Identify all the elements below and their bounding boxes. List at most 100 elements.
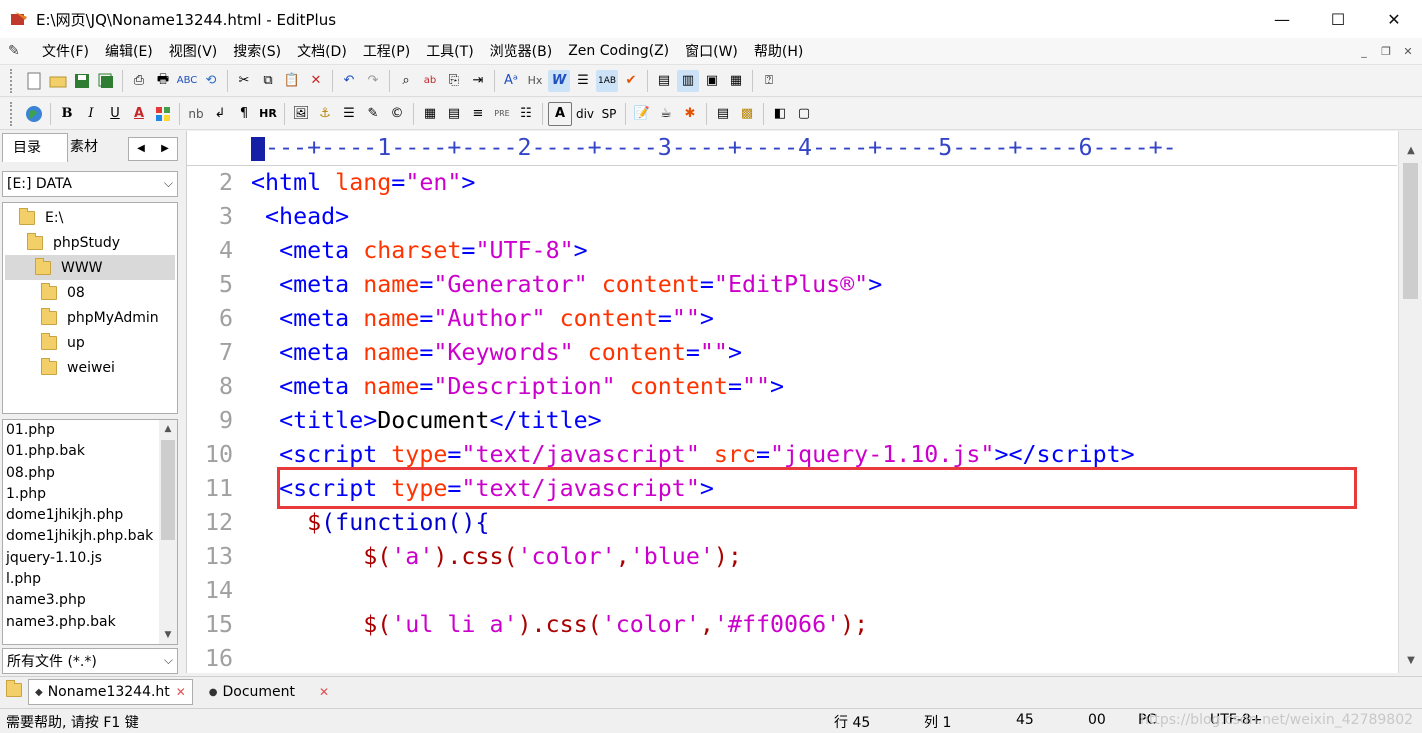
toolbox-icon[interactable]: ▤	[712, 103, 734, 125]
tab-directory[interactable]: 目录	[2, 133, 68, 162]
file-filter-select[interactable]: 所有文件 (*.*) ⌵	[2, 648, 178, 674]
context-help-icon[interactable]: ⍰	[758, 70, 780, 92]
line-break-icon[interactable]: ↲	[209, 103, 231, 125]
menu-search[interactable]: 搜索(S)	[225, 41, 289, 61]
code-area[interactable]: 2 <html lang="en"> 3 <head> 4 <meta chars…	[187, 165, 1397, 673]
minimize-button[interactable]: —	[1254, 0, 1310, 38]
italic-icon[interactable]: I	[80, 103, 102, 125]
font-tag-icon[interactable]: A	[548, 101, 572, 126]
div-icon[interactable]: div	[574, 103, 596, 125]
numbered-list-icon[interactable]: ☷	[515, 103, 537, 125]
pre-icon[interactable]: PRE	[491, 103, 513, 125]
code-editor[interactable]: ---+----1----+----2----+----3----+----4-…	[186, 131, 1422, 673]
menu-project[interactable]: 工程(P)	[355, 41, 418, 61]
tab-scroll-buttons[interactable]: ◀ ▶	[128, 137, 178, 161]
list-item[interactable]: 1.php	[3, 484, 156, 505]
pencil-edit-icon[interactable]: ✎	[362, 103, 384, 125]
font-size-icon[interactable]: Aᵃ	[500, 70, 522, 92]
tree-item[interactable]: up	[41, 330, 85, 355]
folder-icon[interactable]	[6, 680, 22, 701]
hex-icon[interactable]: Hx	[524, 70, 546, 92]
close-button[interactable]: ✕	[1366, 0, 1422, 38]
form-icon[interactable]: 📝	[631, 103, 653, 125]
panel-icon[interactable]: ▢	[793, 103, 815, 125]
script-icon[interactable]: ☕	[655, 103, 677, 125]
horizontal-rule-icon[interactable]: HR	[257, 103, 279, 125]
replace-icon[interactable]: ab	[419, 70, 441, 92]
list-icon[interactable]: ▤	[443, 103, 465, 125]
toolbar-grip[interactable]	[10, 101, 16, 126]
find-in-files-icon[interactable]: ⎘	[443, 70, 465, 92]
menu-window[interactable]: 窗口(W)	[677, 41, 746, 61]
check-icon[interactable]: ✔	[620, 70, 642, 92]
color-picker-icon[interactable]: ◧	[769, 103, 791, 125]
output-window-icon[interactable]: ▣	[701, 70, 723, 92]
font-color-icon[interactable]: A	[128, 103, 150, 125]
find-icon[interactable]: ⌕	[395, 70, 417, 92]
center-icon[interactable]: ≡	[467, 103, 489, 125]
tree-item[interactable]: weiwei	[41, 355, 115, 380]
color-palette-icon[interactable]	[152, 103, 174, 125]
delete-icon[interactable]: ✕	[305, 70, 327, 92]
tree-item-selected[interactable]: WWW	[5, 255, 175, 280]
arrow-right-icon[interactable]: ▶	[153, 138, 177, 160]
save-all-icon[interactable]	[95, 70, 117, 92]
window-list-icon[interactable]: ▤	[653, 70, 675, 92]
menu-browser[interactable]: 浏览器(B)	[482, 41, 561, 61]
refresh-icon[interactable]: ⟲	[200, 70, 222, 92]
scroll-down-icon[interactable]: ▼	[159, 626, 177, 644]
chevron-down-icon[interactable]: ⌵	[164, 176, 173, 191]
scroll-up-icon[interactable]: ▲	[159, 420, 177, 438]
new-file-icon[interactable]	[23, 70, 45, 92]
copyright-icon[interactable]: ©	[386, 103, 408, 125]
menu-zen-coding[interactable]: Zen Coding(Z)	[560, 43, 677, 59]
menu-help[interactable]: 帮助(H)	[746, 41, 811, 61]
maximize-button[interactable]: ☐	[1310, 0, 1366, 38]
drive-select[interactable]: [E:] DATA ⌵	[2, 171, 178, 197]
list-item[interactable]: jquery-1.10.js	[3, 548, 156, 569]
span-icon[interactable]: SP	[598, 103, 620, 125]
open-folder-icon[interactable]	[47, 70, 69, 92]
menu-file[interactable]: 文件(F)	[34, 41, 97, 61]
paste-icon[interactable]: 📋	[281, 70, 303, 92]
scroll-up-icon[interactable]: ▲	[1399, 141, 1422, 161]
copy-icon[interactable]: ⧉	[257, 70, 279, 92]
menu-view[interactable]: 视图(V)	[161, 41, 226, 61]
editor-scrollbar[interactable]: ▲ ▼	[1398, 131, 1422, 673]
mdi-restore-icon[interactable]: ❐	[1378, 44, 1394, 58]
word-wrap-icon[interactable]: W	[548, 69, 570, 92]
anchor-icon[interactable]: ⚓	[314, 103, 336, 125]
tree-item[interactable]: E:\	[19, 205, 63, 230]
paragraph-icon[interactable]: ¶	[233, 103, 255, 125]
chevron-down-icon[interactable]: ⌵	[164, 653, 173, 668]
ruler-toggle-icon[interactable]: 1AB	[596, 69, 618, 92]
toolbar-grip[interactable]	[10, 68, 16, 93]
browser-preview-icon[interactable]	[23, 103, 45, 125]
hr-insert-icon[interactable]: ☰	[338, 103, 360, 125]
tab-clip-library[interactable]: 素材	[60, 133, 124, 161]
mdi-minimize-icon[interactable]: _	[1356, 44, 1372, 58]
undo-icon[interactable]: ↶	[338, 70, 360, 92]
file-list-scrollbar[interactable]: ▲ ▼	[159, 420, 177, 644]
style-icon[interactable]: ✱	[679, 103, 701, 125]
html-toolbox-icon[interactable]: ▩	[736, 103, 758, 125]
close-tab-icon[interactable]: ✕	[176, 685, 186, 699]
list-item[interactable]: 01.php.bak	[3, 441, 156, 462]
menu-document[interactable]: 文档(D)	[289, 41, 355, 61]
line-numbers-icon[interactable]: ☰	[572, 70, 594, 92]
bold-icon[interactable]: B	[56, 103, 78, 125]
scroll-down-icon[interactable]: ▼	[1399, 651, 1422, 671]
spellcheck-icon[interactable]: ABC	[176, 70, 198, 92]
print-icon[interactable]: 🖶	[152, 70, 174, 92]
cliptext-icon[interactable]: ▦	[725, 70, 747, 92]
list-item[interactable]: dome1jhikjh.php.bak	[3, 526, 156, 547]
tree-item[interactable]: 08	[41, 280, 85, 305]
list-item[interactable]: dome1jhikjh.php	[3, 505, 156, 526]
redo-icon[interactable]: ↷	[362, 70, 384, 92]
list-item[interactable]: 01.php	[3, 420, 156, 441]
save-icon[interactable]	[71, 70, 93, 92]
image-icon[interactable]: 🖼	[290, 103, 312, 125]
nbsp-icon[interactable]: nb	[185, 103, 207, 125]
list-item[interactable]: name3.php	[3, 590, 156, 611]
list-item[interactable]: name3.php.bak	[3, 612, 156, 633]
